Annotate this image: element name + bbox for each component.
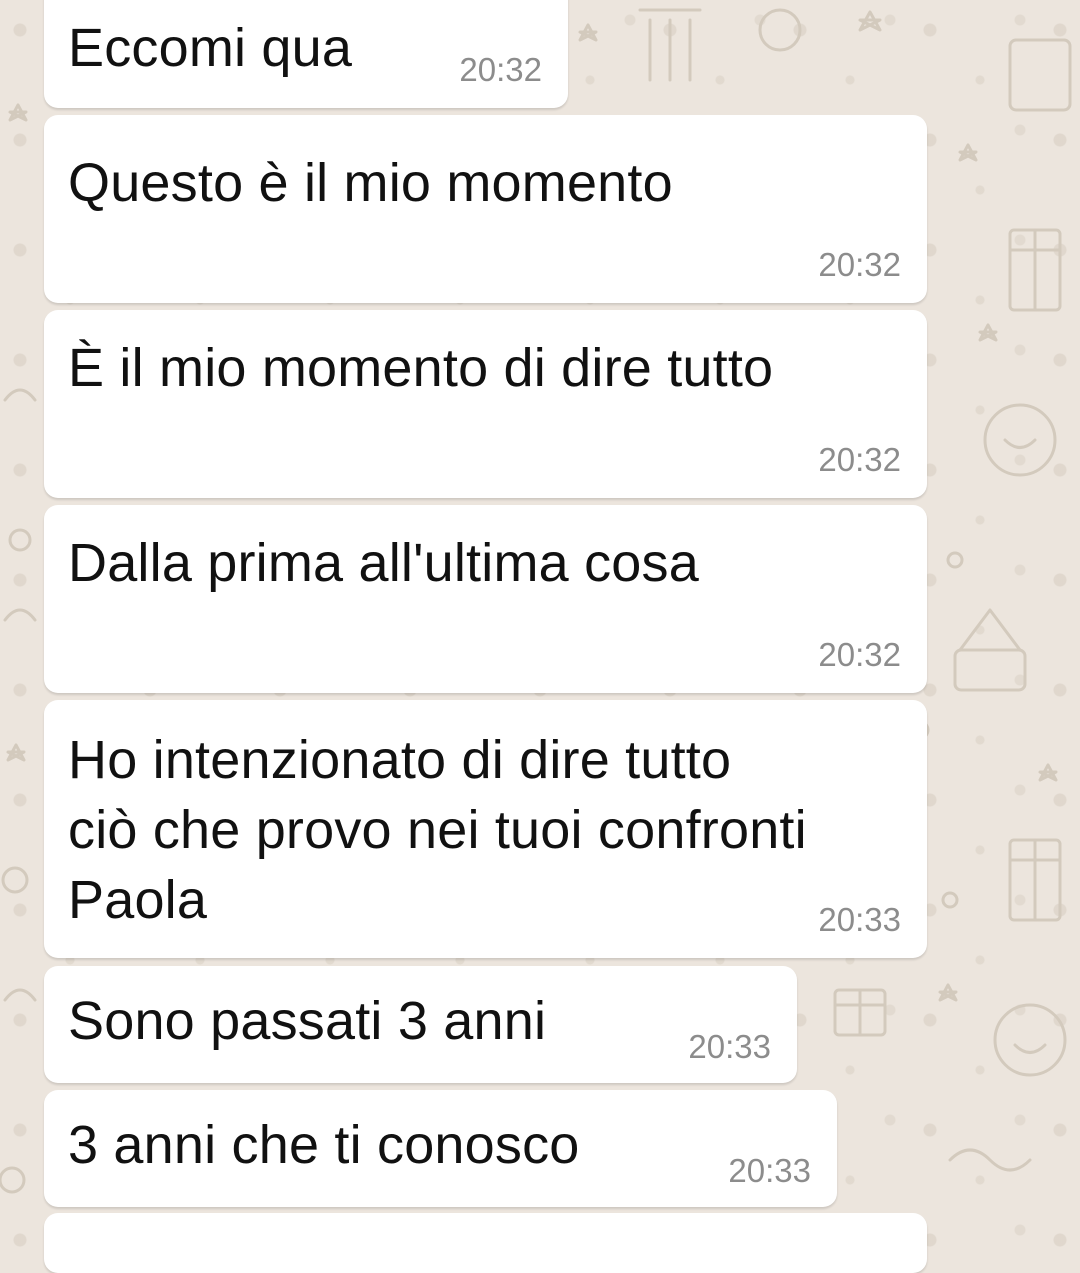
message-timestamp: 20:32 bbox=[818, 441, 901, 478]
message-bubble-partial[interactable] bbox=[44, 1213, 927, 1273]
message-text: 3 anni che ti conosco bbox=[68, 1115, 580, 1175]
message-timestamp: 20:32 bbox=[818, 246, 901, 283]
message-bubble[interactable]: Sono passati 3 anni 20:33 bbox=[44, 966, 797, 1083]
message-text: Dalla prima all'ultima cosa bbox=[68, 533, 699, 593]
chat-conversation: Eccomi qua 20:32 Questo è il mio momento… bbox=[0, 0, 1080, 1273]
message-timestamp: 20:32 bbox=[459, 51, 542, 88]
message-text: È il mio momento di dire tutto bbox=[68, 338, 774, 398]
message-timestamp: 20:33 bbox=[688, 1028, 771, 1065]
message-bubble[interactable]: Ho intenzionato di dire tutto ciò che pr… bbox=[44, 700, 927, 958]
message-bubble[interactable]: È il mio momento di dire tutto 20:32 bbox=[44, 310, 927, 498]
message-text: Ho intenzionato di dire tutto ciò che pr… bbox=[68, 730, 807, 930]
message-text: Sono passati 3 anni bbox=[68, 991, 547, 1051]
message-text: Questo è il mio momento bbox=[68, 153, 673, 213]
message-text: Eccomi qua bbox=[68, 18, 353, 78]
message-bubble[interactable]: 3 anni che ti conosco 20:33 bbox=[44, 1090, 837, 1207]
message-bubble[interactable]: Questo è il mio momento 20:32 bbox=[44, 115, 927, 303]
message-bubble[interactable]: Dalla prima all'ultima cosa 20:32 bbox=[44, 505, 927, 693]
message-bubble[interactable]: Eccomi qua 20:32 bbox=[44, 0, 568, 108]
message-timestamp: 20:33 bbox=[728, 1152, 811, 1189]
message-timestamp: 20:32 bbox=[818, 636, 901, 673]
message-timestamp: 20:33 bbox=[818, 901, 901, 938]
